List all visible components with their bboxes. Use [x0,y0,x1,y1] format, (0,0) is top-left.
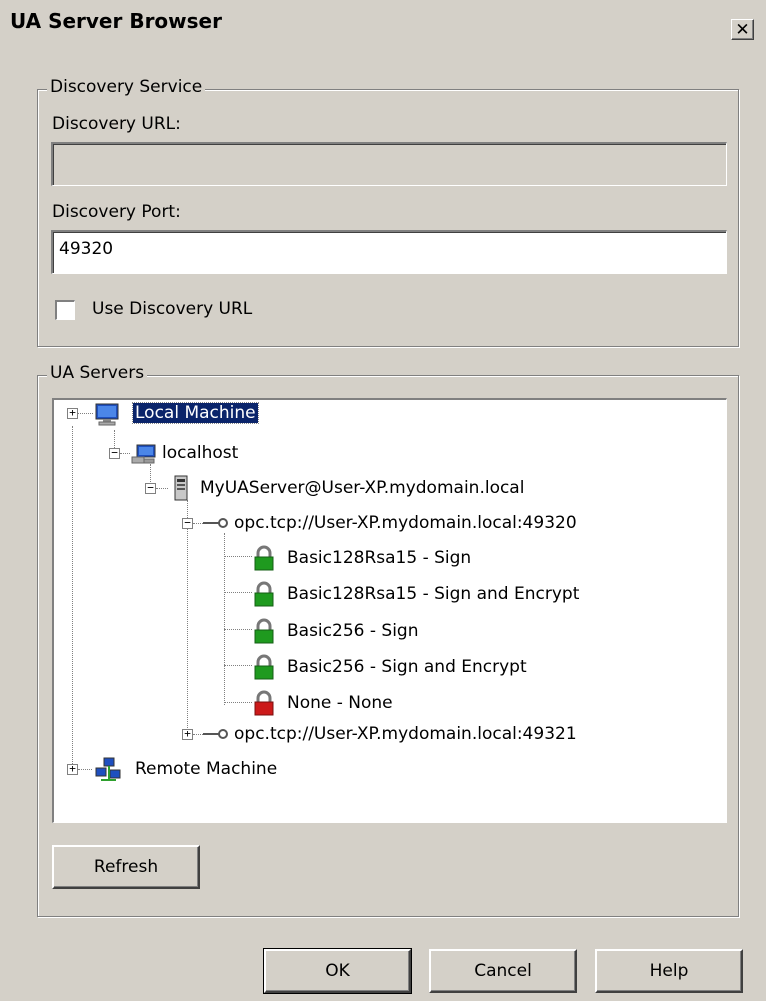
expand-icon[interactable]: + [67,763,78,775]
tree-label-localhost: localhost [162,443,239,463]
tree-node-endpoint-49320[interactable]: − opc.tcp://User-XP.mydomain.local:49320 [54,510,726,536]
close-button[interactable]: ✕ [731,19,754,40]
discovery-port-field[interactable]: 49320 [51,230,727,274]
tree-label-endpoint-49320: opc.tcp://User-XP.mydomain.local:49320 [234,513,577,533]
tree-line [120,453,130,454]
server-icon [174,475,188,501]
endpoint-icon [203,518,228,528]
tree-label-policy: Basic128Rsa15 - Sign and Encrypt [287,584,580,604]
lock-icon [254,545,274,571]
computer-icon [95,403,119,426]
tree-node-policy[interactable]: Basic256 - Sign and Encrypt [54,654,726,680]
title-bar: UA Server Browser ✕ [0,0,766,44]
tree-label-policy: Basic128Rsa15 - Sign [287,548,472,568]
tree-node-server[interactable]: − MyUAServer@User-XP.mydomain.local [54,475,726,501]
tree-node-endpoint-49321[interactable]: + opc.tcp://User-XP.mydomain.local:49321 [54,721,726,747]
lock-icon [254,618,274,644]
tree-label-policy: None - None [287,693,393,713]
help-button[interactable]: Help [595,949,743,993]
window-title: UA Server Browser [10,9,222,33]
tree-node-policy[interactable]: Basic128Rsa15 - Sign [54,545,726,571]
ua-servers-legend: UA Servers [47,363,148,383]
collapse-icon[interactable]: − [145,482,156,494]
lock-icon [254,690,274,716]
tree-node-policy[interactable]: None - None [54,690,726,716]
tree-label-remote-machine: Remote Machine [135,759,278,779]
tree-node-policy[interactable]: Basic256 - Sign [54,618,726,644]
lock-icon [254,654,274,680]
discovery-service-legend: Discovery Service [47,77,206,97]
tree-line [193,523,203,524]
tree-node-local-machine[interactable]: + Local Machine [54,400,726,426]
tree-label-local-machine: Local Machine [132,402,259,424]
server-tree[interactable]: + Local Machine − localhost − MyUAServer… [52,398,727,823]
use-discovery-url-label[interactable]: Use Discovery URL [92,299,252,319]
collapse-icon[interactable]: − [109,447,120,459]
ok-button[interactable]: OK [263,948,412,994]
tree-label-policy: Basic256 - Sign and Encrypt [287,657,527,677]
refresh-button[interactable]: Refresh [52,845,200,889]
network-icon [95,757,121,781]
tree-line [78,769,92,770]
tree-line [156,488,168,489]
discovery-port-label: Discovery Port: [52,202,181,222]
tree-node-policy[interactable]: Basic128Rsa15 - Sign and Encrypt [54,581,726,607]
expand-icon[interactable]: + [67,407,78,419]
expand-icon[interactable]: + [182,728,193,740]
tree-label-endpoint-49321: opc.tcp://User-XP.mydomain.local:49321 [234,724,577,744]
cancel-button[interactable]: Cancel [429,949,577,993]
tree-node-remote-machine[interactable]: + Remote Machine [54,756,726,782]
collapse-icon[interactable]: − [182,517,193,529]
tree-label-server: MyUAServer@User-XP.mydomain.local [200,478,525,498]
endpoint-icon [203,729,228,739]
discovery-url-field[interactable] [51,142,727,186]
tree-node-localhost[interactable]: − localhost [54,440,726,466]
network-computer-icon [131,444,156,464]
use-discovery-url-checkbox[interactable] [55,300,75,320]
tree-label-policy: Basic256 - Sign [287,621,419,641]
close-icon: ✕ [735,20,750,40]
discovery-url-label: Discovery URL: [52,114,181,134]
tree-line [193,734,203,735]
lock-icon [254,581,274,607]
